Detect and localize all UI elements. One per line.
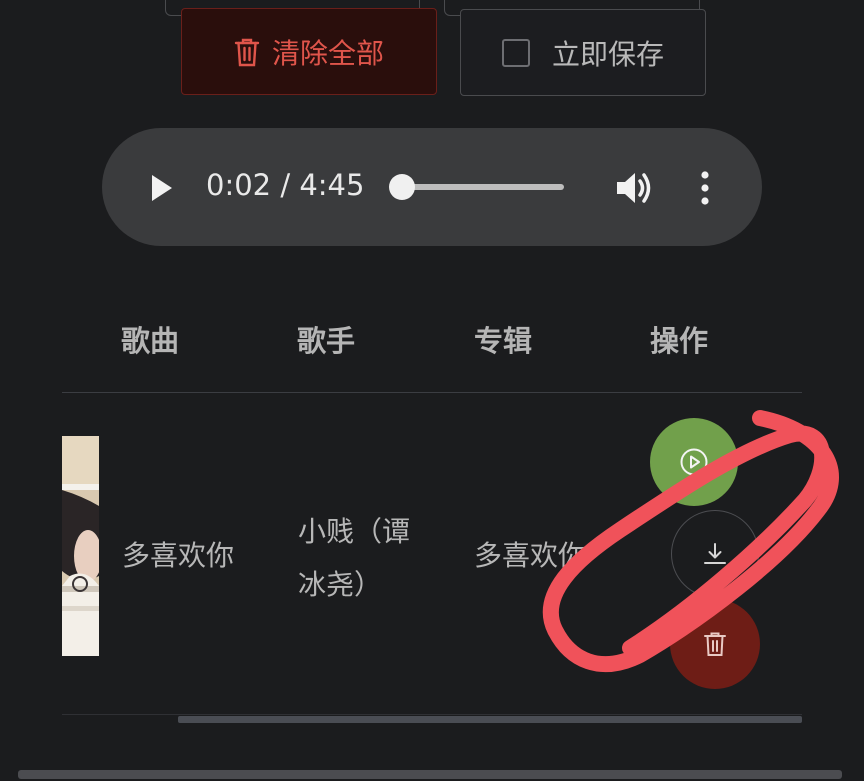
play-icon[interactable]: [150, 174, 174, 202]
column-header-artist: 歌手: [297, 324, 356, 358]
artist-name-line1: 小贱（谭: [298, 515, 411, 548]
more-vert-icon[interactable]: [698, 170, 712, 206]
song-title: 多喜欢你: [122, 539, 235, 572]
time-display: 0:02 / 4:45: [206, 168, 365, 202]
volume-icon[interactable]: [615, 170, 655, 206]
column-header-song: 歌曲: [121, 324, 180, 358]
seek-thumb[interactable]: [389, 174, 415, 200]
header-divider: [62, 392, 802, 393]
album-cover-thumbnail: [62, 436, 99, 656]
play-circle-icon: [680, 448, 708, 476]
save-now-toggle[interactable]: 立即保存: [460, 9, 706, 96]
page-scrollbar[interactable]: [18, 770, 842, 779]
artist-name-line2: 冰尧）: [298, 568, 383, 601]
clear-all-button[interactable]: 清除全部: [181, 8, 437, 95]
column-header-actions: 操作: [650, 324, 709, 358]
row-divider: [62, 714, 802, 715]
download-icon: [704, 543, 726, 564]
album-name: 多喜欢你: [474, 539, 587, 572]
delete-button[interactable]: [670, 599, 760, 689]
table-horizontal-scrollbar[interactable]: [178, 716, 802, 723]
save-now-checkbox[interactable]: [501, 38, 530, 67]
trash-icon: [704, 632, 726, 656]
save-now-label: 立即保存: [551, 37, 664, 71]
column-header-album: 专辑: [474, 324, 533, 358]
download-button[interactable]: [671, 510, 759, 598]
seek-bar[interactable]: [398, 184, 564, 190]
play-song-button[interactable]: [650, 418, 738, 506]
clear-all-label: 清除全部: [271, 36, 384, 70]
trash-icon: [234, 38, 260, 66]
